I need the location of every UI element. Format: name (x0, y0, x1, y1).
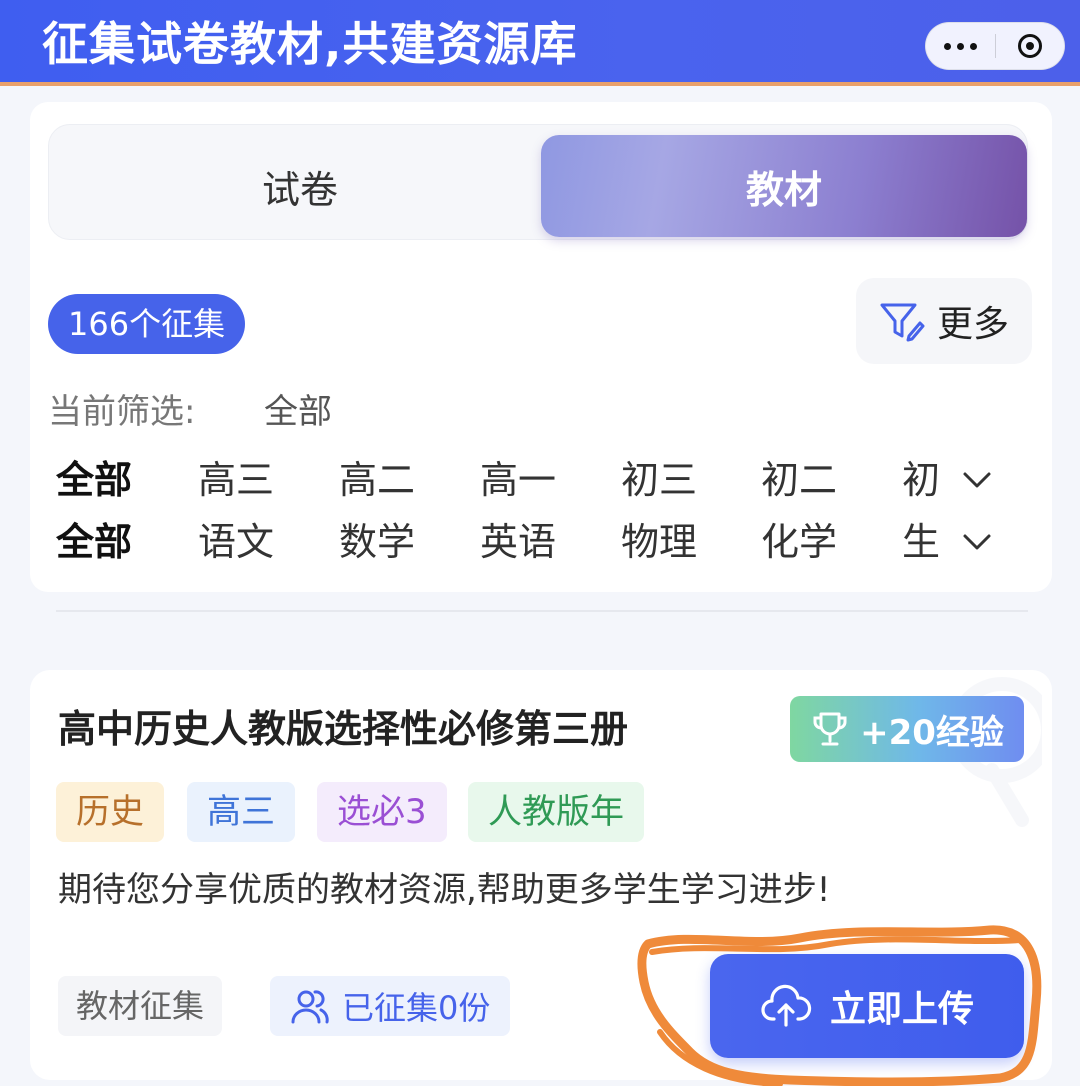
edition-tag: 人教版年 (468, 782, 644, 842)
users-icon (291, 990, 329, 1024)
category-badge: 教材征集 (58, 976, 223, 1036)
reward-badge: +20经验 (790, 696, 1024, 762)
task-card[interactable]: 高中历史人教版选择性必修第三册 +20经验 历史 高三 选必3 人教版年 期待您… (30, 670, 1052, 1080)
upload-label: 立即上传 (829, 989, 974, 1030)
tab-textbooks[interactable]: 教材 (541, 135, 1027, 237)
chevron-down-icon[interactable] (962, 464, 992, 494)
current-filter: 当前筛选: 全部 (48, 384, 332, 433)
grade-filter-row: 全部 高三 高二 高一 初三 初二 初一 (56, 454, 1016, 506)
more-filter-button[interactable]: 更多 (856, 278, 1032, 364)
subject-tag: 历史 (56, 782, 164, 842)
grade-chip[interactable]: 初一 (902, 454, 940, 506)
subject-chip[interactable]: 生物 (902, 516, 940, 568)
tab-papers[interactable]: 试卷 (57, 135, 543, 237)
chevron-down-icon[interactable] (962, 526, 992, 556)
mini-program-capsule (925, 22, 1065, 70)
subject-chip[interactable]: 语文 (198, 516, 274, 568)
reward-label: +20经验 (860, 712, 1004, 753)
current-filter-label: 当前筛选: (48, 392, 196, 432)
grade-chip[interactable]: 高一 (480, 454, 556, 506)
grade-chip[interactable]: 初三 (621, 454, 697, 506)
grade-chip[interactable]: 高三 (198, 454, 274, 506)
subject-chip-all[interactable]: 全部 (56, 516, 132, 568)
subject-chip[interactable]: 物理 (621, 516, 697, 568)
subject-chip[interactable]: 数学 (339, 516, 415, 568)
more-filter-label: 更多 (936, 304, 1009, 345)
more-dots-icon[interactable] (926, 22, 995, 70)
collected-label: 已征集0份 (342, 989, 491, 1027)
trophy-icon (813, 712, 847, 746)
grade-chip[interactable]: 高二 (339, 454, 415, 506)
volume-tag: 选必3 (317, 782, 447, 842)
subject-filter-row: 全部 语文 数学 英语 物理 化学 生物 (56, 516, 1016, 568)
type-tabs: 试卷 教材 (48, 124, 1028, 240)
task-description: 期待您分享优质的教材资源,帮助更多学生学习进步! (58, 870, 831, 910)
collected-count: 已征集0份 (270, 976, 511, 1036)
page-title: 征集试卷教材,共建资源库 (42, 17, 578, 71)
collection-count-badge: 166个征集 (48, 294, 246, 354)
grade-chip-clipped: 初一 (902, 454, 940, 506)
target-circle-icon[interactable] (996, 22, 1064, 70)
grade-chip-all[interactable]: 全部 (56, 454, 132, 506)
subject-chip[interactable]: 化学 (761, 516, 837, 568)
current-filter-value: 全部 (264, 392, 332, 432)
grade-chip[interactable]: 初二 (761, 454, 837, 506)
section-divider (56, 610, 1028, 612)
grade-tag: 高三 (187, 782, 295, 842)
app-header: 征集试卷教材,共建资源库 (0, 0, 1080, 86)
subject-chip-clipped: 生物 (902, 516, 940, 568)
filter-panel: 试卷 教材 166个征集 更多 当前筛选: 全部 全部 高三 高二 高一 初三 … (30, 102, 1052, 592)
upload-button[interactable]: 立即上传 (710, 954, 1024, 1058)
task-title: 高中历史人教版选择性必修第三册 (58, 707, 629, 751)
subject-chip[interactable]: 英语 (480, 516, 556, 568)
funnel-edit-icon (880, 303, 925, 342)
cloud-upload-icon (761, 984, 812, 1027)
